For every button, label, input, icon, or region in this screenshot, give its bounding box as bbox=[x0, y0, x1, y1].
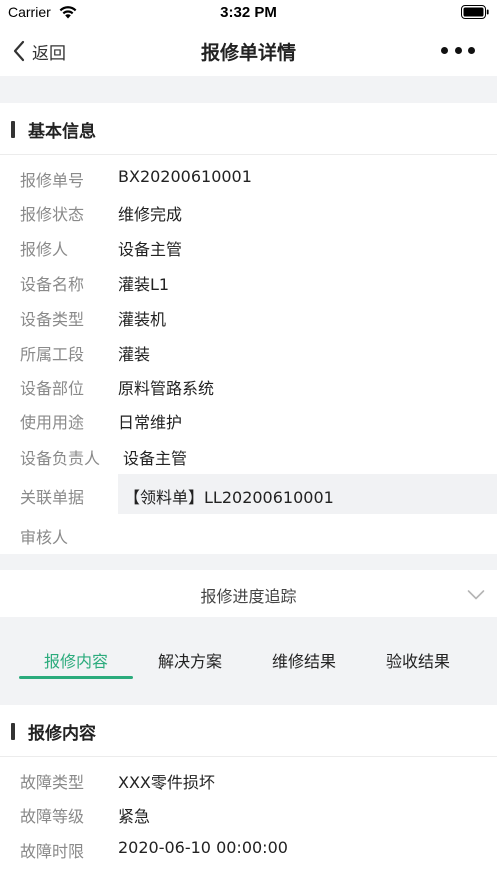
info-row-fault-type: 故障类型 XXX零件损坏 bbox=[0, 762, 497, 796]
row-label: 报修状态 bbox=[20, 205, 85, 224]
info-row-order-number: 报修单号 BX20200610001 bbox=[0, 160, 497, 194]
section-divider bbox=[0, 554, 497, 570]
linked-document-value: 【领料单】LL20200610001 bbox=[124, 488, 334, 507]
more-dot bbox=[454, 46, 462, 54]
info-row-status: 报修状态 维修完成 bbox=[0, 194, 497, 228]
more-dot bbox=[468, 46, 475, 54]
row-value: 日常维护 bbox=[118, 413, 183, 432]
info-row-person-in-charge: 设备负责人 设备主管 bbox=[0, 438, 497, 472]
page-title: 报修单详情 bbox=[200, 42, 296, 64]
row-label: 故障时限 bbox=[20, 842, 85, 861]
basic-info-list: 报修单号 BX20200610001 报修状态 维修完成 报修人 设备主管 设备… bbox=[0, 156, 497, 554]
section-divider bbox=[0, 76, 497, 103]
more-dot bbox=[441, 46, 448, 54]
row-label: 故障类型 bbox=[20, 773, 85, 792]
back-button[interactable]: 返回 bbox=[12, 37, 66, 65]
detail-tabs: 报修内容 解决方案 维修结果 验收结果 bbox=[0, 617, 497, 705]
tab-solution[interactable]: 解决方案 bbox=[133, 648, 247, 678]
row-value: 原料管路系统 bbox=[118, 379, 215, 398]
chevron-down-icon bbox=[467, 590, 485, 600]
row-value: BX20200610001 bbox=[118, 167, 252, 186]
progress-tracking-toggle[interactable]: 报修进度追踪 bbox=[0, 570, 497, 617]
linked-document-link[interactable]: 【领料单】LL20200610001 bbox=[118, 474, 497, 514]
row-value: 设备主管 bbox=[118, 240, 183, 259]
row-label: 报修单号 bbox=[20, 171, 85, 190]
repair-content-list: 故障类型 XXX零件损坏 故障等级 紧急 故障时限 2020-06-10 00:… bbox=[0, 758, 497, 883]
repair-content-header: 报修内容 bbox=[0, 705, 497, 757]
row-label: 设备部位 bbox=[20, 379, 85, 398]
progress-tracking-title: 报修进度追踪 bbox=[200, 587, 297, 606]
row-value: XXX零件损坏 bbox=[118, 773, 215, 792]
info-row-equipment-part: 设备部位 原料管路系统 bbox=[0, 368, 497, 402]
repair-content-title: 报修内容 bbox=[28, 724, 96, 744]
clock-time: 3:32 PM bbox=[220, 4, 277, 21]
status-bar: Carrier 3:32 PM bbox=[0, 0, 497, 26]
section-marker bbox=[11, 723, 15, 740]
tab-repair-content[interactable]: 报修内容 bbox=[19, 648, 133, 678]
row-value: 灌装机 bbox=[118, 310, 167, 329]
row-label: 设备负责人 bbox=[20, 449, 101, 468]
info-row-fault-level: 故障等级 紧急 bbox=[0, 796, 497, 830]
info-row-equipment-type: 设备类型 灌装机 bbox=[0, 299, 497, 333]
chevron-left-icon bbox=[13, 40, 25, 62]
info-row-section: 所属工段 灌装 bbox=[0, 334, 497, 368]
active-tab-indicator bbox=[19, 676, 133, 679]
row-value: 设备主管 bbox=[123, 449, 188, 468]
tab-repair-result[interactable]: 维修结果 bbox=[247, 648, 361, 678]
info-row-fault-deadline: 故障时限 2020-06-10 00:00:00 bbox=[0, 831, 497, 865]
row-label: 报修人 bbox=[20, 240, 69, 259]
basic-info-header: 基本信息 bbox=[0, 103, 497, 155]
battery-icon bbox=[461, 5, 489, 19]
tab-acceptance-result[interactable]: 验收结果 bbox=[361, 648, 475, 678]
info-row-usage: 使用用途 日常维护 bbox=[0, 402, 497, 436]
row-label: 设备名称 bbox=[20, 275, 85, 294]
row-label: 设备类型 bbox=[20, 310, 85, 329]
row-value: 维修完成 bbox=[118, 205, 183, 224]
info-row-reporter: 报修人 设备主管 bbox=[0, 229, 497, 263]
info-row-equipment-name: 设备名称 灌装L1 bbox=[0, 264, 497, 298]
back-label: 返回 bbox=[32, 43, 66, 64]
row-label: 使用用途 bbox=[20, 413, 85, 432]
row-value: 2020-06-10 00:00:00 bbox=[118, 838, 288, 857]
row-value: 灌装L1 bbox=[118, 275, 170, 294]
info-row-linked-document: 关联单据 【领料单】LL20200610001 bbox=[0, 474, 497, 514]
row-label: 审核人 bbox=[20, 528, 69, 547]
row-label: 故障等级 bbox=[20, 807, 85, 826]
navigation-bar: 返回 报修单详情 bbox=[0, 26, 497, 76]
section-marker bbox=[11, 121, 15, 138]
basic-info-title: 基本信息 bbox=[28, 122, 96, 142]
row-value: 灌装 bbox=[118, 345, 151, 364]
info-row-reviewer: 审核人 bbox=[0, 517, 497, 551]
row-value: 紧急 bbox=[118, 807, 151, 826]
more-options-icon[interactable] bbox=[441, 44, 475, 56]
row-label: 所属工段 bbox=[20, 345, 85, 364]
row-label: 关联单据 bbox=[20, 488, 85, 507]
